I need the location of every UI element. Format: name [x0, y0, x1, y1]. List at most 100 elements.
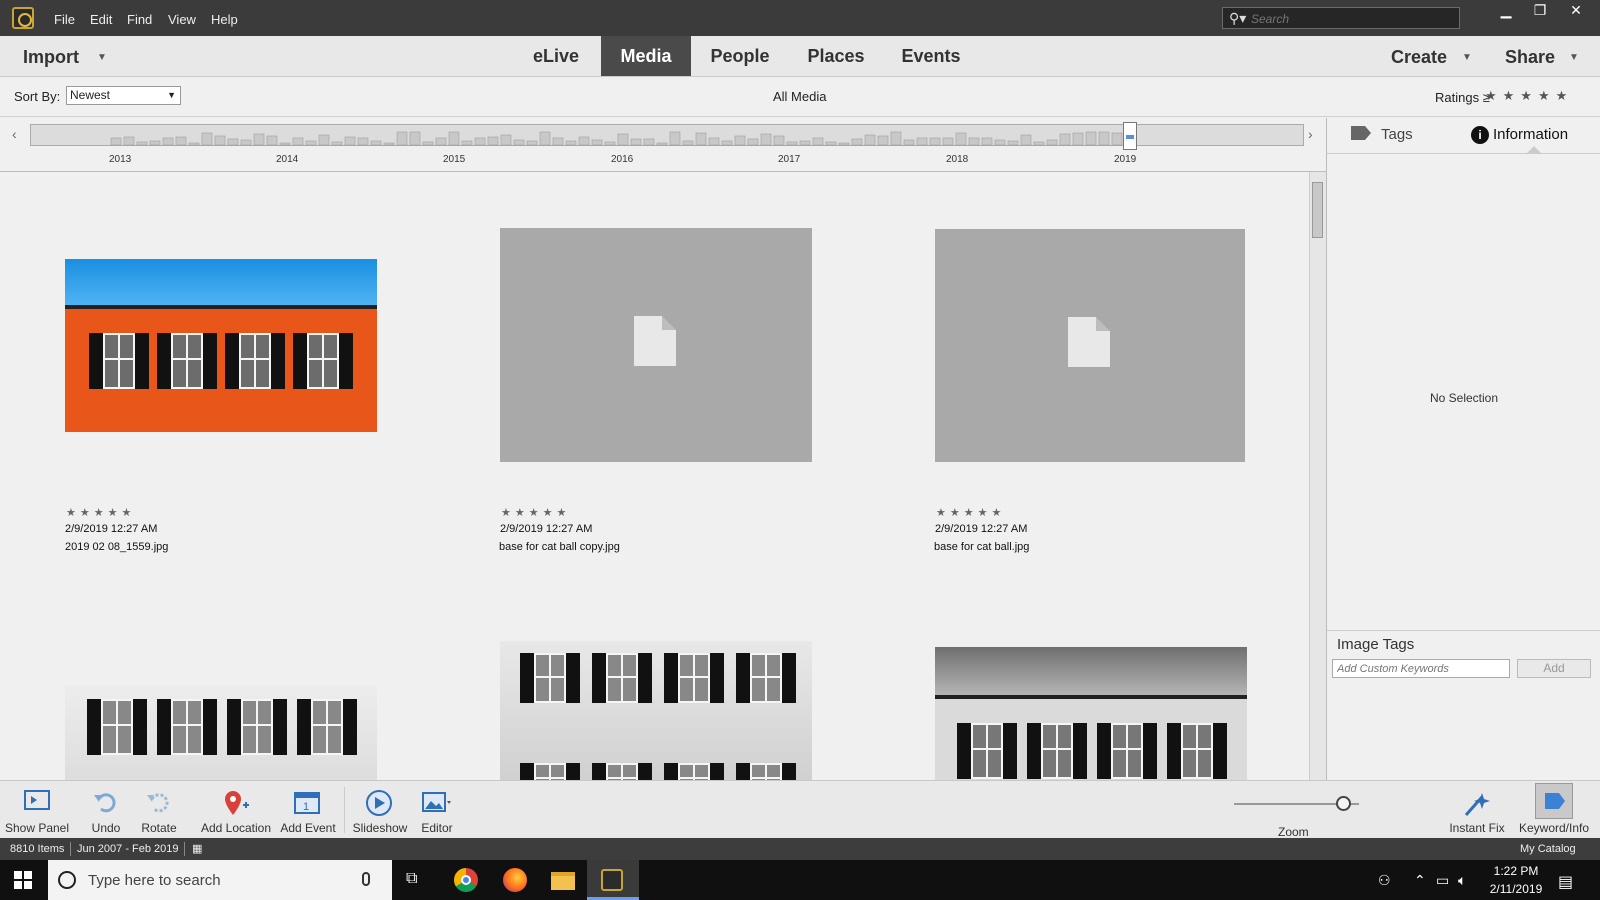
timeline-bar	[396, 131, 408, 146]
media-thumbnail[interactable]	[65, 685, 377, 780]
timeline-bar	[383, 142, 395, 146]
timeline-bar	[461, 140, 473, 146]
scrollbar-thumb[interactable]	[1312, 182, 1323, 238]
task-view-icon[interactable]: ⧉	[406, 870, 417, 888]
import-button[interactable]: Import	[23, 47, 79, 68]
restore-icon[interactable]: ❐	[1524, 2, 1556, 20]
minimize-icon[interactable]: ▁	[1490, 2, 1522, 20]
firefox-icon[interactable]	[503, 868, 527, 892]
sort-by-select[interactable]: Newest ▼	[66, 86, 181, 105]
menu-help[interactable]: Help	[211, 12, 238, 27]
menu-file[interactable]: File	[54, 12, 75, 27]
timeline-bar	[513, 139, 525, 146]
instant-fix-button[interactable]: Instant Fix	[1444, 781, 1510, 839]
tab-places[interactable]: Places	[798, 36, 874, 76]
close-icon[interactable]: ✕	[1560, 2, 1592, 20]
timeline-year[interactable]: 2017	[778, 154, 800, 165]
show-panel-button[interactable]: Show Panel	[2, 781, 72, 839]
media-thumbnail[interactable]	[500, 228, 812, 462]
timeline[interactable]: ‹ › 2013 2014 2015 2016 2017 2018 2019	[0, 118, 1326, 172]
add-keyword-button[interactable]: Add	[1517, 659, 1591, 678]
microphone-icon[interactable]	[362, 872, 370, 886]
windows-start-icon[interactable]	[14, 871, 32, 889]
timeline-bar	[149, 140, 161, 146]
search-icon[interactable]: ⚲▾	[1229, 10, 1246, 27]
import-dropdown-icon[interactable]: ▼	[97, 52, 107, 63]
timeline-track[interactable]	[30, 124, 1304, 146]
media-filename: base for cat ball.jpg	[934, 541, 1030, 553]
timeline-bar	[760, 133, 772, 146]
timeline-bar	[526, 140, 538, 146]
undo-button[interactable]: Undo	[84, 781, 128, 839]
timeline-scrubber-handle[interactable]	[1123, 122, 1137, 150]
clock-time[interactable]: 1:22 PM	[1486, 864, 1546, 878]
timeline-bar	[838, 142, 850, 146]
rating-stars[interactable]: ★★★★★	[66, 506, 135, 519]
tab-people[interactable]: People	[700, 36, 780, 76]
media-thumbnail[interactable]	[935, 647, 1247, 780]
timeline-right-arrow-icon[interactable]: ›	[1308, 126, 1313, 142]
timeline-bar	[851, 138, 863, 146]
file-explorer-icon[interactable]	[551, 872, 575, 890]
timeline-left-arrow-icon[interactable]: ‹	[12, 126, 17, 142]
tab-elive[interactable]: eLive	[521, 36, 591, 76]
search-input[interactable]	[1251, 11, 1451, 27]
timeline-year[interactable]: 2013	[109, 154, 131, 165]
elements-organizer-icon[interactable]	[601, 869, 623, 891]
menu-view[interactable]: View	[168, 12, 196, 27]
rating-stars[interactable]: ★★★★★	[936, 506, 1005, 519]
media-filename: base for cat ball copy.jpg	[499, 541, 620, 553]
tab-media[interactable]: Media	[601, 36, 691, 76]
taskbar-search[interactable]: Type here to search	[48, 860, 392, 900]
share-button[interactable]: Share	[1505, 47, 1555, 68]
tab-tags[interactable]: Tags	[1351, 126, 1413, 143]
zoom-label: Zoom	[1278, 825, 1309, 839]
slideshow-button[interactable]: Slideshow	[348, 781, 412, 839]
add-location-button[interactable]: Add Location	[196, 781, 276, 839]
media-thumbnail[interactable]	[65, 259, 377, 432]
tab-information[interactable]: i Information	[1471, 126, 1568, 144]
timeline-year[interactable]: 2019	[1114, 154, 1136, 165]
create-button[interactable]: Create	[1391, 47, 1447, 68]
catalog-name[interactable]: My Catalog	[1520, 843, 1576, 855]
add-event-button[interactable]: 1 Add Event	[278, 781, 338, 839]
media-thumbnail[interactable]	[500, 641, 812, 780]
tab-events[interactable]: Events	[893, 36, 969, 76]
clock-date[interactable]: 2/11/2019	[1486, 882, 1546, 896]
chrome-icon[interactable]	[454, 868, 478, 892]
grid-scrollbar[interactable]	[1309, 172, 1326, 780]
date-range: Jun 2007 - Feb 2019	[77, 843, 179, 855]
timeline-bar	[1007, 140, 1019, 146]
share-dropdown-icon[interactable]: ▼	[1569, 52, 1579, 63]
timeline-bar	[721, 140, 733, 146]
timeline-bar	[643, 138, 655, 146]
timeline-bar	[279, 142, 291, 146]
network-icon[interactable]: ▭	[1436, 872, 1449, 889]
timeline-year[interactable]: 2018	[946, 154, 968, 165]
timeline-bar	[539, 131, 551, 146]
chevron-up-icon[interactable]: ⌃	[1414, 872, 1426, 889]
calendar-icon[interactable]: ▦	[192, 842, 202, 855]
timeline-year[interactable]: 2015	[443, 154, 465, 165]
rotate-button[interactable]: Rotate	[134, 781, 184, 839]
zoom-slider-handle[interactable]	[1336, 796, 1351, 811]
menu-find[interactable]: Find	[127, 12, 152, 27]
menu-edit[interactable]: Edit	[90, 12, 112, 27]
create-dropdown-icon[interactable]: ▼	[1462, 52, 1472, 63]
editor-button[interactable]: Editor	[412, 781, 462, 839]
item-count: 8810 Items	[10, 843, 65, 855]
media-thumbnail[interactable]	[935, 229, 1245, 462]
timeline-bar	[240, 139, 252, 146]
custom-keywords-input[interactable]	[1332, 659, 1510, 678]
rating-stars[interactable]: ★★★★★	[501, 506, 570, 519]
volume-icon[interactable]: 🔈︎	[1458, 872, 1466, 889]
keyword-info-button[interactable]: Keyword/Info	[1514, 781, 1594, 839]
timeline-year[interactable]: 2016	[611, 154, 633, 165]
timeline-bar	[110, 137, 122, 146]
timeline-year[interactable]: 2014	[276, 154, 298, 165]
people-icon[interactable]: ⚇	[1378, 872, 1391, 889]
search-box[interactable]: ⚲▾	[1222, 7, 1460, 29]
notifications-icon[interactable]: ▤	[1558, 872, 1573, 892]
ratings-filter-stars[interactable]: ★★★★★	[1485, 88, 1573, 104]
sort-bar: Sort By: Newest ▼ All Media Ratings ≥ ★★…	[0, 77, 1600, 117]
